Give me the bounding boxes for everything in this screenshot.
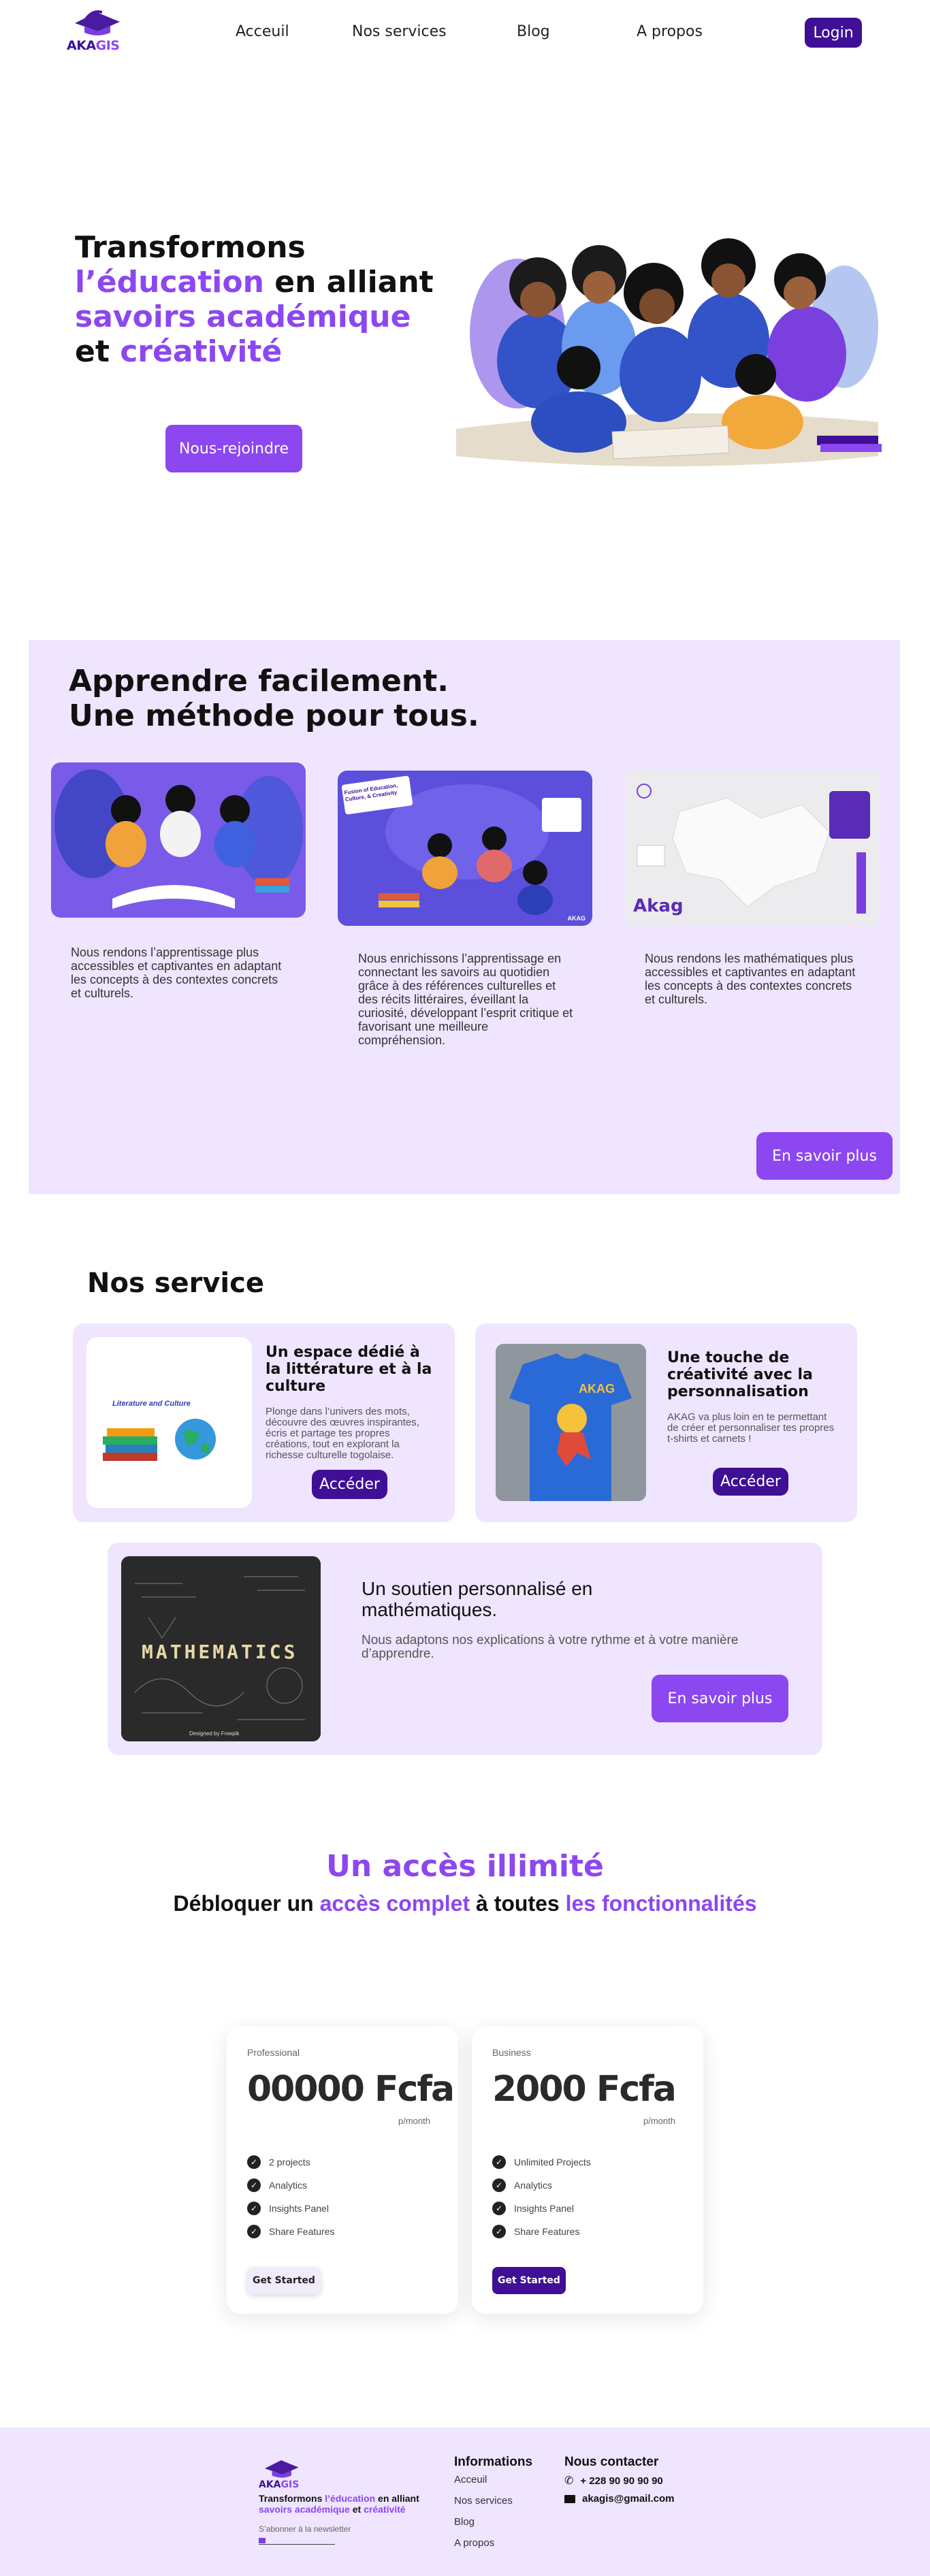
- plan-period: p/month: [643, 2116, 675, 2126]
- plan-features: ✓ Unlimited Projects ✓ Analytics ✓ Insights…: [492, 2151, 591, 2243]
- access-creativity-button[interactable]: Accéder: [713, 1468, 788, 1496]
- check-icon: ✓: [247, 2178, 261, 2192]
- methods-title: Apprendre facilement. Une méthode pour t…: [69, 664, 479, 733]
- plan-price: 00000 Fcfa: [247, 2069, 455, 2110]
- mail-icon: [564, 2494, 575, 2503]
- service-image-literature-label: Literature and Culture: [112, 1400, 191, 1408]
- check-icon: ✓: [492, 2225, 506, 2238]
- feature-item: ✓ Insights Panel: [247, 2197, 335, 2220]
- services-title: Nos service: [87, 1268, 264, 1299]
- method-image-3-logo: Akag: [633, 896, 684, 916]
- service-heading-math: Un soutien personnalisé en mathématiques…: [362, 1578, 593, 1620]
- service-image-tshirt: AKAG: [496, 1344, 646, 1501]
- get-started-button-business[interactable]: Get Started: [492, 2267, 566, 2294]
- method-text-3: Nous rendons les mathématiques plus acce…: [645, 952, 856, 1006]
- footer-link-nos-services[interactable]: Nos services: [454, 2495, 513, 2507]
- plan-card-professional: Professional 00000 Fcfa p/month ✓ 2 proje…: [227, 2027, 458, 2314]
- service-card-literature: Literature and Culture Un espace dédié à…: [73, 1323, 455, 1522]
- get-started-button-professional[interactable]: Get Started: [247, 2267, 321, 2294]
- nav-a-propos[interactable]: A propos: [637, 23, 703, 40]
- plan-card-business: Business 2000 Fcfa p/month ✓ Unlimited Pr…: [472, 2027, 703, 2314]
- info-title: Informations: [454, 2455, 533, 2469]
- service-card-creativity: AKAG Une touche de créativité avec la pe…: [475, 1323, 857, 1522]
- method-image-2: Fusion of Education, Culture, & Creativi…: [338, 771, 592, 926]
- brand-logo[interactable]: AKAGIS: [65, 7, 128, 56]
- nav-blog[interactable]: Blog: [517, 23, 550, 40]
- newsletter-label: S’abonner à la newsletter: [259, 2524, 351, 2534]
- footer-tagline: Transformons l’éducation en alliant savo…: [259, 2493, 419, 2515]
- graduation-cap-icon: [75, 10, 120, 35]
- phone-icon: ✆: [564, 2475, 574, 2487]
- newsletter-icon: [259, 2538, 266, 2543]
- feature-item: ✓ Share Features: [492, 2220, 591, 2243]
- footer-link-blog[interactable]: Blog: [454, 2516, 475, 2528]
- nav-nos-services[interactable]: Nos services: [352, 23, 447, 40]
- feature-item: ✓ Unlimited Projects: [492, 2151, 591, 2174]
- feature-item: ✓ Analytics: [492, 2174, 591, 2197]
- footer-link-acceuil[interactable]: Acceuil: [454, 2474, 487, 2485]
- plan-name: Professional: [247, 2047, 300, 2058]
- check-icon: ✓: [247, 2225, 261, 2238]
- join-button[interactable]: Nous-rejoindre: [165, 425, 302, 472]
- contact-email[interactable]: akagis@gmail.com: [564, 2493, 675, 2505]
- service-image-math: MATHEMATICS Designed by Freepik: [121, 1556, 321, 1741]
- footer-link-a-propos[interactable]: A propos: [454, 2537, 494, 2549]
- service-text-creativity: AKAG va plus loin en te permettant de cr…: [667, 1411, 835, 1445]
- service-image-tshirt-label: AKAG: [579, 1382, 615, 1396]
- method-image-1: [51, 762, 306, 918]
- check-icon: ✓: [247, 2202, 261, 2215]
- method-image-2-badge: AKAG: [567, 915, 586, 922]
- contact-phone[interactable]: ✆ + 228 90 90 90 90: [564, 2474, 663, 2488]
- service-text-math: Nous adaptons nos explications à votre r…: [362, 1633, 739, 1661]
- service-image-math-credit: Designed by Freepik: [189, 1730, 240, 1737]
- check-icon: ✓: [492, 2155, 506, 2169]
- brand-name: AKAGIS: [67, 38, 120, 53]
- access-literature-button[interactable]: Accéder: [312, 1470, 387, 1499]
- hero-title: Transformons l’éducation en alliant savo…: [75, 230, 434, 369]
- learn-more-button[interactable]: En savoir plus: [756, 1132, 893, 1180]
- plan-price: 2000 Fcfa: [492, 2069, 677, 2110]
- footer-brand-name: AKAGIS: [259, 2479, 300, 2490]
- method-text-1: Nous rendons l’apprentissage plus access…: [71, 946, 282, 1000]
- access-title: Un accès illimité: [326, 1849, 604, 1884]
- plan-features: ✓ 2 projects ✓ Analytics ✓ Insights Panel ✓…: [247, 2151, 335, 2243]
- feature-item: ✓ 2 projects: [247, 2151, 335, 2174]
- service-heading-literature: Un espace dédié à la littérature et à la…: [266, 1344, 432, 1395]
- check-icon: ✓: [247, 2155, 261, 2169]
- site-header: AKAGIS Acceuil Nos services Blog A propo…: [0, 0, 930, 65]
- newsletter-input[interactable]: [259, 2537, 335, 2545]
- math-learn-more-button[interactable]: En savoir plus: [652, 1675, 788, 1722]
- service-card-math: MATHEMATICS Designed by Freepik Un souti…: [108, 1543, 822, 1755]
- footer-logo[interactable]: AKAGIS: [257, 2456, 305, 2492]
- hero-illustration: [436, 225, 899, 477]
- site-footer: AKAGIS Transformons l’éducation en allia…: [0, 2428, 930, 2576]
- login-button[interactable]: Login: [805, 18, 862, 48]
- nav-acceuil[interactable]: Acceuil: [236, 23, 289, 40]
- method-image-3: Akag: [625, 771, 880, 926]
- access-subtitle: Débloquer un accès complet à toutes les …: [173, 1891, 757, 1916]
- check-icon: ✓: [492, 2202, 506, 2215]
- service-heading-creativity: Une touche de créativité avec la personn…: [667, 1349, 813, 1400]
- service-text-literature: Plonge dans l’univers des mots, découvre…: [266, 1406, 419, 1461]
- method-text-2: Nous enrichissons l’apprentissage en con…: [358, 952, 573, 1047]
- feature-item: ✓ Analytics: [247, 2174, 335, 2197]
- service-image-math-label: MATHEMATICS: [142, 1641, 298, 1663]
- check-icon: ✓: [492, 2178, 506, 2192]
- feature-item: ✓ Insights Panel: [492, 2197, 591, 2220]
- feature-item: ✓ Share Features: [247, 2220, 335, 2243]
- plan-period: p/month: [398, 2116, 430, 2126]
- plan-name: Business: [492, 2047, 531, 2058]
- contact-title: Nous contacter: [564, 2455, 659, 2469]
- service-image-literature: Literature and Culture: [86, 1337, 252, 1508]
- graduation-cap-icon: [265, 2460, 299, 2478]
